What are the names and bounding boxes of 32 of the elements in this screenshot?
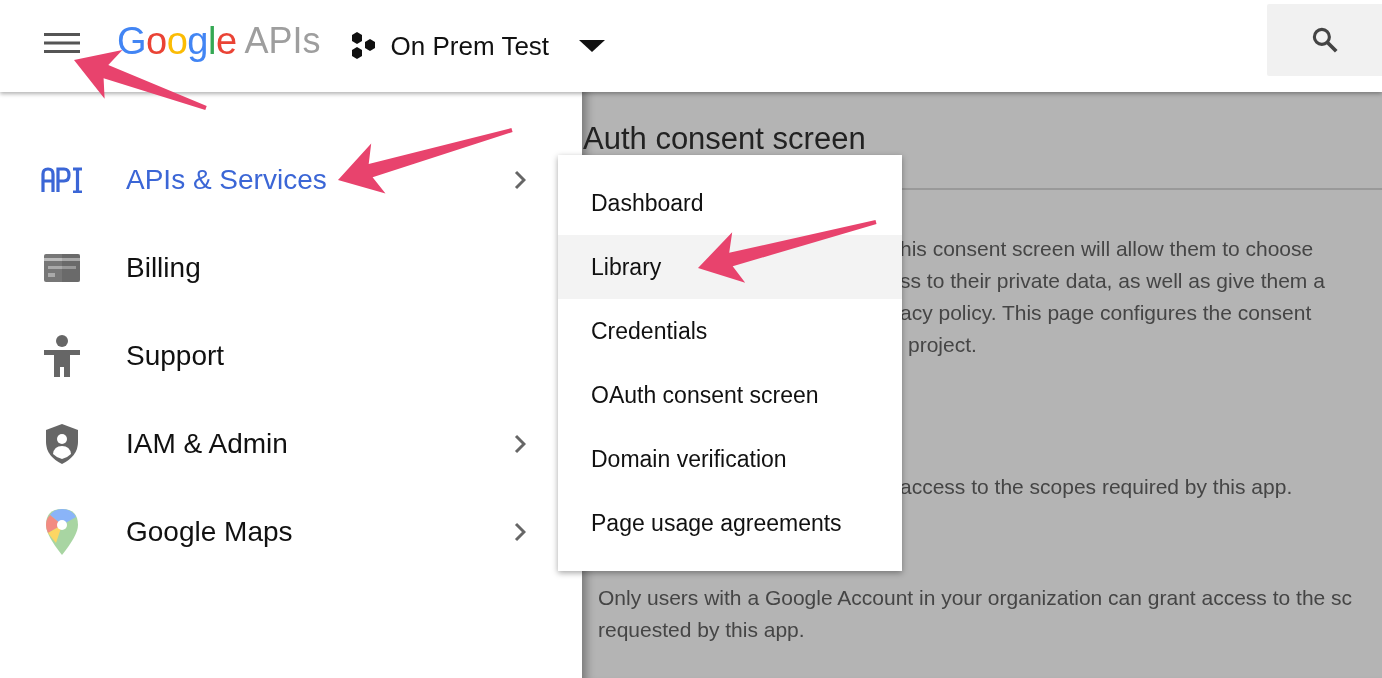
page-title: Auth consent screen — [583, 120, 867, 158]
menu-icon[interactable] — [44, 31, 80, 55]
chevron-right-icon — [514, 434, 526, 454]
nav-item[interactable]: Google Maps — [0, 488, 542, 576]
description-line: Only users with a Google Account in your organization can grant access to the sc — [598, 585, 1354, 611]
credit-card-icon — [44, 254, 80, 282]
submenu-item[interactable]: Domain verification — [558, 427, 902, 491]
submenu-item[interactable]: Dashboard — [558, 171, 902, 235]
nav-item[interactable]: Billing — [0, 224, 542, 312]
description-line: access to the scopes required by this app. — [899, 474, 1294, 500]
description-line: ss to their private data, as well as give them a — [900, 268, 1326, 294]
search-button[interactable] — [1267, 4, 1382, 76]
nav-item[interactable]: Support — [0, 312, 542, 400]
chevron-right-icon — [514, 522, 526, 542]
description-line: requested by this app. — [598, 617, 806, 643]
caret-icon — [579, 39, 606, 53]
person-icon — [44, 335, 80, 377]
submenu-item[interactable]: Credentials — [558, 299, 902, 363]
submenu-item[interactable]: Page usage agreements — [558, 491, 902, 555]
chevron-right-icon — [514, 170, 526, 190]
project-selector[interactable]: On Prem Test — [348, 30, 606, 62]
shield-user-icon — [46, 424, 78, 464]
submenu-item[interactable]: Library — [558, 235, 902, 299]
submenu-item[interactable]: OAuth consent screen — [558, 363, 902, 427]
description-line: project. — [907, 332, 978, 358]
logo[interactable]: Google — [117, 19, 237, 63]
api-icon — [41, 167, 83, 193]
product-name: APIs — [244, 20, 321, 62]
description-line: acy policy. This page configures the consent — [900, 300, 1313, 326]
nav-item[interactable]: APIs & Services — [0, 136, 542, 224]
nav-item[interactable]: IAM & Admin — [0, 400, 542, 488]
map-pin-icon — [46, 509, 78, 555]
